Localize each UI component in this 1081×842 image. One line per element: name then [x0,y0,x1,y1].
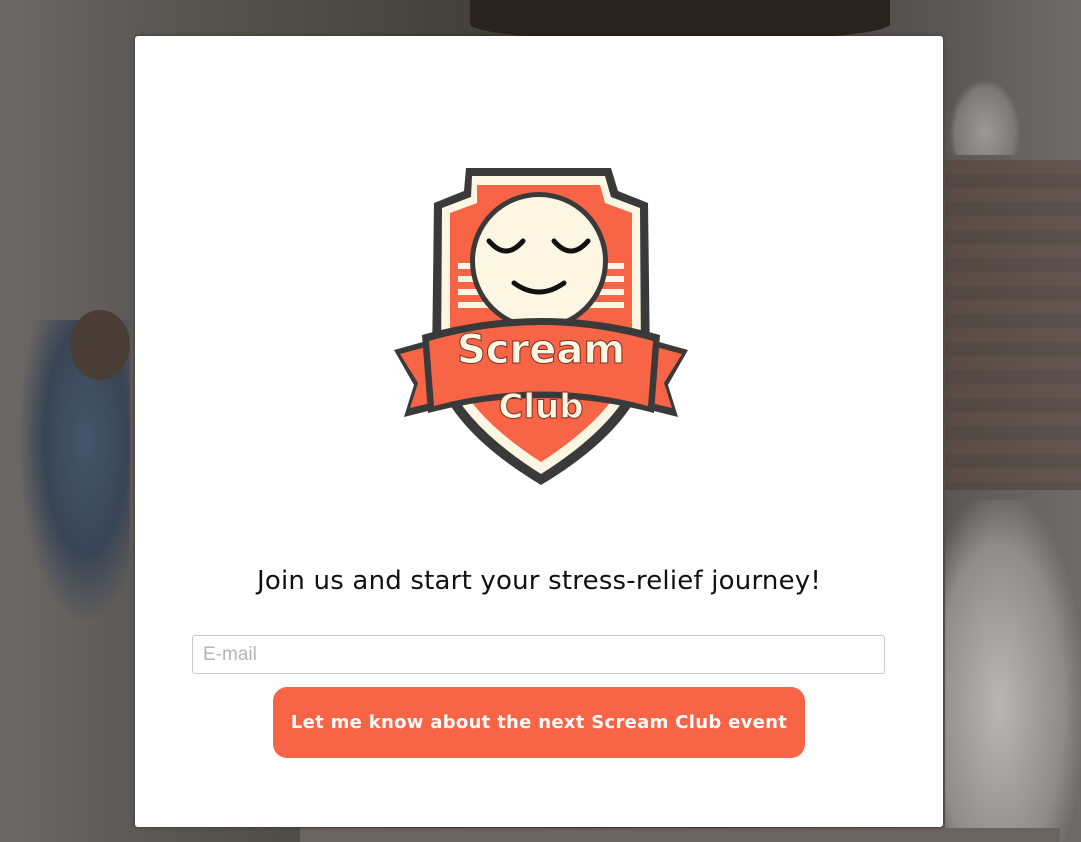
page-title: Join us and start your stress-relief jou… [257,566,821,596]
background-hair [470,0,890,40]
notify-me-button[interactable]: Let me know about the next Scream Club e… [273,687,805,758]
background-brick-wall [945,160,1081,490]
signup-modal: Scream Club Join us and start your stres… [135,36,943,827]
logo-face-fill [475,197,603,325]
scream-club-logo: Scream Club [394,168,688,485]
background-lamp [950,80,1020,155]
background-shirt [945,500,1081,842]
background-floor [300,828,1060,842]
email-field[interactable] [192,635,885,674]
background-person-head [70,310,130,380]
logo-text-scream: Scream [457,327,625,373]
logo-text-club: Club [498,387,583,427]
